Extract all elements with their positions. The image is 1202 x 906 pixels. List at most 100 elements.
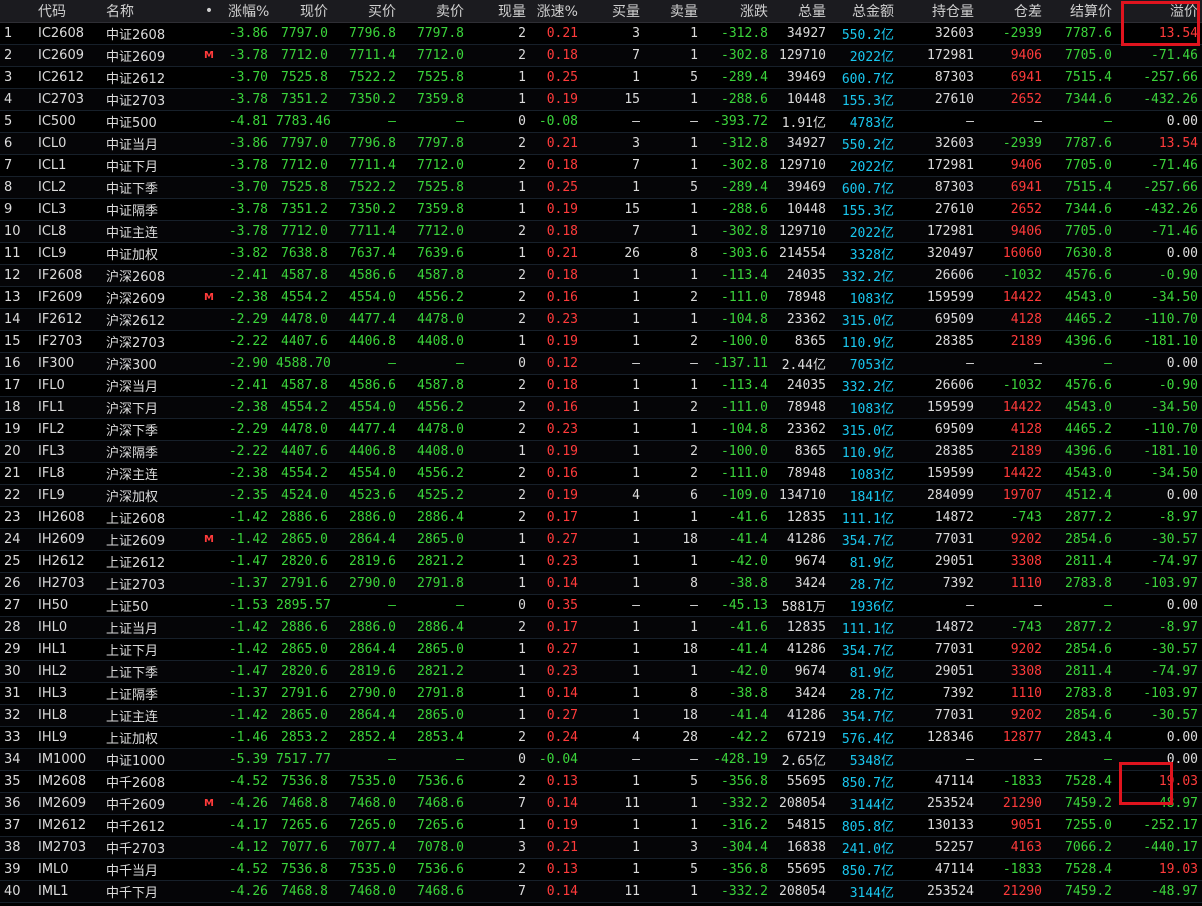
cell-oi-change: 6941 [978,66,1046,89]
header-name[interactable]: 名称 [102,0,194,23]
table-row[interactable]: 21 IFL8 沪深主连 -2.38 4554.2 4554.0 4556.2 2 0.16 1 2… [0,462,1202,485]
table-row[interactable]: 31 IHL3 上证隔季 -1.37 2791.6 2790.0 2791.8 1 0.14 1 8… [0,682,1202,705]
table-row[interactable]: 22 IFL9 沪深加权 -2.35 4524.0 4523.6 4525.2 2 0.19 4 6… [0,484,1202,507]
header-code[interactable]: 代码 [34,0,102,23]
cell-speed-pct: 0.21 [530,22,582,45]
table-row[interactable]: 4 IC2703 中证2703 -3.78 7351.2 7350.2 7359.8 1 0.1… [0,88,1202,111]
cell-total-amount: 354.7亿 [830,638,898,661]
header-settle-price[interactable]: 结算价 [1046,0,1116,23]
table-row[interactable]: 9 ICL3 中证隔季 -3.78 7351.2 7350.2 7359.8 1 0.19 15 1… [0,198,1202,221]
cell-settle-price: 7528.4 [1046,770,1116,793]
cell-name: 上证当月 [102,616,194,639]
main-contract-flag [194,110,224,133]
cell-code: IFL2 [34,418,102,441]
table-row[interactable]: 2 IC2609 中证2609 M -3.78 7712.0 7711.4 7712.0 2 0.… [0,44,1202,67]
cell-total-volume: 129710 [772,154,830,177]
table-row[interactable]: 39 IML0 中千当月 -4.52 7536.8 7535.0 7536.6 2 0.13 1 5… [0,858,1202,881]
cell-speed-pct: 0.18 [530,220,582,243]
table-row[interactable]: 7 ICL1 中证下月 -3.78 7712.0 7711.4 7712.0 2 0.18 7 1-… [0,154,1202,177]
table-row[interactable]: 1 IC2608 中证2608 -3.86 7797.0 7796.8 7797.8 2 0.2… [0,22,1202,45]
table-row[interactable]: 24 IH2609 上证2609 M -1.42 2865.0 2864.4 2865.0 1 0… [0,528,1202,551]
cell-total-volume: 78948 [772,396,830,419]
cell-speed-pct: 0.27 [530,704,582,727]
header-ask-price[interactable]: 卖价 [400,0,468,23]
table-row[interactable]: 27 IH50 上证50 -1.53 2895.57– –0 0.35– – -45.13 588… [0,594,1202,617]
header-speed-pct[interactable]: 涨速% [530,0,582,23]
table-row[interactable]: 14 IF2612 沪深2612 -2.29 4478.0 4477.4 4478.0 2 0.… [0,308,1202,331]
header-change-pct[interactable]: 涨幅% [224,0,272,23]
cell-settle-price: 7787.6 [1046,132,1116,155]
table-row[interactable]: 11 ICL9 中证加权 -3.82 7638.8 7637.4 7639.6 1 0.21 26… [0,242,1202,265]
cell-speed-pct: 0.12 [530,352,582,375]
cell-open-interest: – [898,352,978,375]
table-row[interactable]: 26 IH2703 上证2703 -1.37 2791.6 2790.0 2791.8 1 0.… [0,572,1202,595]
table-row[interactable]: 10 ICL8 中证主连 -3.78 7712.0 7711.4 7712.0 2 0.18 7 1… [0,220,1202,243]
cell-last-volume: 2 [468,506,530,529]
cell-ask-volume: 5 [644,66,702,89]
cell-last-price: 7517.77 [272,748,332,771]
cell-ask-price: – [400,352,468,375]
cell-last-volume: 2 [468,462,530,485]
table-row[interactable]: 8 ICL2 中证下季 -3.70 7525.8 7522.2 7525.8 1 0.25 1 5-… [0,176,1202,199]
table-row[interactable]: 40 IML1 中千下月 -4.26 7468.8 7468.0 7468.6 7 0.14 11… [0,880,1202,903]
table-row[interactable]: 18 IFL1 沪深下月 -2.38 4554.2 4554.0 4556.2 2 0.16 1 2… [0,396,1202,419]
table-row[interactable]: 34 IM1000 中证1000 -5.39 7517.77– –0 -0.04– – -428… [0,748,1202,771]
cell-speed-pct: 0.21 [530,242,582,265]
cell-bid-price: 2864.4 [332,638,400,661]
cell-total-amount: 332.2亿 [830,374,898,397]
header-oi-change[interactable]: 仓差 [978,0,1046,23]
table-row[interactable]: 20 IFL3 沪深隔季 -2.22 4407.6 4406.8 4408.0 1 0.19 1 2… [0,440,1202,463]
table-row[interactable]: 37 IM2612 中千2612 -4.17 7265.6 7265.0 7265.6 1 0.… [0,814,1202,837]
table-row[interactable]: 38 IM2703 中千2703 -4.12 7077.6 7077.4 7078.0 3 0.… [0,836,1202,859]
table-row[interactable]: 19 IFL2 沪深下季 -2.29 4478.0 4477.4 4478.0 2 0.23 1 1… [0,418,1202,441]
cell-change: -304.4 [702,836,772,859]
header-open-interest[interactable]: 持仓量 [898,0,978,23]
cell-ask-volume: 1 [644,374,702,397]
cell-change-pct: -3.78 [224,154,272,177]
table-row[interactable]: 29 IHL1 上证下月 -1.42 2865.0 2864.4 2865.0 1 0.27 1 1… [0,638,1202,661]
table-row[interactable]: 23 IH2608 上证2608 -1.42 2886.6 2886.0 2886.4 2 0.… [0,506,1202,529]
table-row[interactable]: 13 IF2609 沪深2609 M -2.38 4554.2 4554.0 4556.2 2 0… [0,286,1202,309]
header-total-amount[interactable]: 总金额 [830,0,898,23]
cell-ask-price: – [400,594,468,617]
table-row[interactable]: 33 IHL9 上证加权 -1.46 2853.2 2852.4 2853.4 2 0.24 4 2… [0,726,1202,749]
table-row[interactable]: 36 IM2609 中千2609 M -4.26 7468.8 7468.0 7468.6 7 0… [0,792,1202,815]
table-row[interactable]: 17 IFL0 沪深当月 -2.41 4587.8 4586.6 4587.8 2 0.18 1 1… [0,374,1202,397]
table-row[interactable]: 25 IH2612 上证2612 -1.47 2820.6 2819.6 2821.2 1 0.… [0,550,1202,573]
cell-bid-volume: 1 [582,550,644,573]
cell-total-volume: 41286 [772,704,830,727]
cell-bid-price: 7468.0 [332,792,400,815]
table-row[interactable]: 35 IM2608 中千2608 -4.52 7536.8 7535.0 7536.6 2 0.… [0,770,1202,793]
cell-ask-price: 7468.6 [400,792,468,815]
cell-row-index: 23 [0,506,34,529]
cell-speed-pct: 0.14 [530,880,582,903]
header-bid-volume[interactable]: 买量 [582,0,644,23]
table-row[interactable]: 3 IC2612 中证2612 -3.70 7525.8 7522.2 7525.8 1 0.2… [0,66,1202,89]
cell-change-pct: -1.42 [224,506,272,529]
cell-name: 中证500 [102,110,194,133]
table-row[interactable]: 5 IC500 中证500 -4.81 7783.46– –0 -0.08– – -393.72… [0,110,1202,133]
header-change[interactable]: 涨跌 [702,0,772,23]
header-total-volume[interactable]: 总量 [772,0,830,23]
table-row[interactable]: 28 IHL0 上证当月 -1.42 2886.6 2886.0 2886.4 2 0.17 1 1… [0,616,1202,639]
cell-change: -100.0 [702,330,772,353]
header-premium[interactable]: 溢价 [1116,0,1202,23]
cell-ask-price: 2865.0 [400,638,468,661]
cell-change-pct: -2.29 [224,308,272,331]
header-ask-volume[interactable]: 卖量 [644,0,702,23]
table-row[interactable]: 16 IF300 沪深300 -2.90 4588.70– –0 0.12– – -137.11… [0,352,1202,375]
cell-ask-price: 2853.4 [400,726,468,749]
table-row[interactable]: 6 ICL0 中证当月 -3.86 7797.0 7796.8 7797.8 2 0.21 3 1-… [0,132,1202,155]
header-last-price[interactable]: 现价 [272,0,332,23]
cell-row-index: 30 [0,660,34,683]
table-row[interactable]: 15 IF2703 沪深2703 -2.22 4407.6 4406.8 4408.0 1 0.… [0,330,1202,353]
cell-oi-change: 19707 [978,484,1046,507]
cell-code: IM1000 [34,748,102,771]
cell-name: 中证主连 [102,220,194,243]
header-last-volume[interactable]: 现量 [468,0,530,23]
table-row[interactable]: 12 IF2608 沪深2608 -2.41 4587.8 4586.6 4587.8 2 0.… [0,264,1202,287]
table-row[interactable]: 30 IHL2 上证下季 -1.47 2820.6 2819.6 2821.2 1 0.23 1 1… [0,660,1202,683]
table-row[interactable]: 32 IHL8 上证主连 -1.42 2865.0 2864.4 2865.0 1 0.27 1 1… [0,704,1202,727]
header-flag[interactable]: • [194,0,224,23]
header-bid-price[interactable]: 买价 [332,0,400,23]
